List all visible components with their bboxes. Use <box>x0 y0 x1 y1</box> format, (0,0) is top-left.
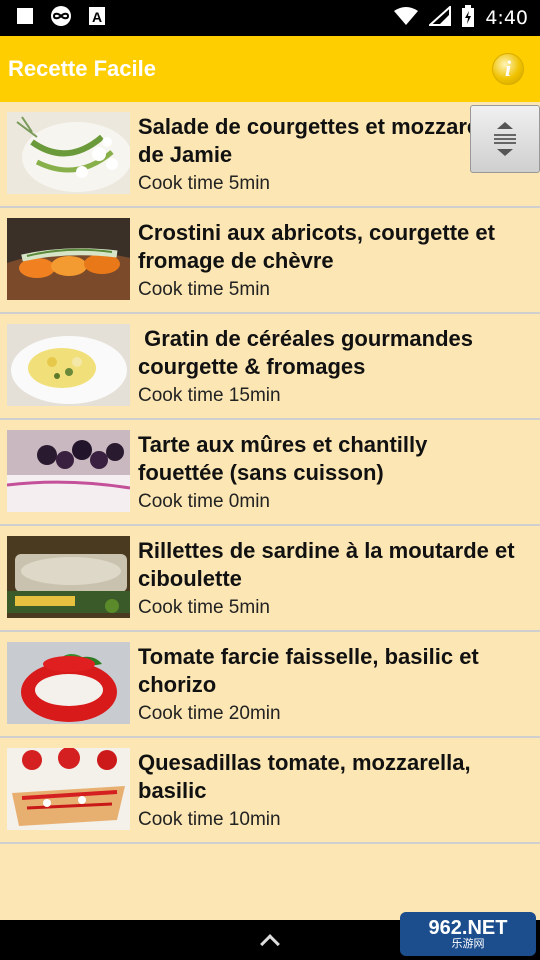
recipe-thumbnail <box>7 112 130 194</box>
app-title: Recette Facile <box>8 56 156 81</box>
chevron-up-icon[interactable] <box>260 934 280 954</box>
status-time: 4:40 <box>485 7 528 29</box>
drag-handle-icon <box>494 132 516 146</box>
recipe-item[interactable]: Quesadillas tomate, mozzarella, basilic … <box>0 738 540 844</box>
recipe-cook-time: Cook time 20min <box>138 703 281 724</box>
recipe-cook-time: Cook time 5min <box>138 597 270 618</box>
recipe-thumbnail <box>7 218 130 300</box>
recipe-thumbnail <box>7 748 130 830</box>
recipe-thumbnail <box>7 324 130 406</box>
recipe-cook-time: Cook time 15min <box>138 385 281 406</box>
recipe-item[interactable]: Rillettes de sardine à la moutarde et ci… <box>0 526 540 632</box>
square-icon <box>16 7 34 30</box>
recipe-item[interactable]: Tomate farcie faisselle, basilic et chor… <box>0 632 540 738</box>
recipe-item[interactable]: Gratin de céréales gourmandes courgette … <box>0 314 540 420</box>
recipe-title: Tomate farcie faisselle, basilic et chor… <box>138 644 479 697</box>
recipe-thumbnail <box>7 430 130 512</box>
info-icon: i <box>504 56 512 81</box>
recipe-cook-time: Cook time 5min <box>138 279 270 300</box>
signal-icon <box>427 4 452 31</box>
recipe-thumbnail <box>7 536 130 618</box>
scroll-down-arrow-icon <box>497 149 513 156</box>
fast-scroll-thumb[interactable] <box>470 105 540 173</box>
a-box-icon: A <box>88 6 106 31</box>
recipe-list: Salade de courgettes et mozzarella de Ja… <box>0 102 540 844</box>
battery-charging-icon <box>461 4 475 32</box>
recipe-cook-time: Cook time 10min <box>138 809 281 830</box>
recipe-item[interactable]: Salade de courgettes et mozzarella de Ja… <box>0 102 540 208</box>
status-bar: A 4:40 <box>0 0 540 36</box>
recipe-cook-time: Cook time 0min <box>138 491 270 512</box>
recipe-item[interactable]: Crostini aux abricots, courgette et from… <box>0 208 540 314</box>
recipe-thumbnail <box>7 642 130 724</box>
app-bar: Recette Facile i <box>0 36 540 102</box>
recipe-title: Quesadillas tomate, mozzarella, basilic <box>138 750 471 803</box>
svg-text:A: A <box>92 9 102 25</box>
recipe-cook-time: Cook time 5min <box>138 173 270 194</box>
watermark-subtext: 乐游网 <box>451 937 485 950</box>
recipe-title: Tarte aux mûres et chantilly fouettée (s… <box>138 432 428 485</box>
infinity-icon <box>48 5 74 32</box>
watermark-text: 962.NET <box>428 916 508 939</box>
recipe-title: Crostini aux abricots, courgette et from… <box>138 220 495 273</box>
watermark-logo: 962.NET 乐游网 <box>400 912 536 956</box>
recipe-item[interactable]: Tarte aux mûres et chantilly fouettée (s… <box>0 420 540 526</box>
info-button[interactable]: i <box>492 53 524 85</box>
recipe-title: Rillettes de sardine à la moutarde et ci… <box>138 538 515 591</box>
recipe-title: Gratin de céréales gourmandes courgette … <box>138 326 474 379</box>
scroll-up-arrow-icon <box>497 122 513 129</box>
wifi-icon <box>393 6 419 31</box>
